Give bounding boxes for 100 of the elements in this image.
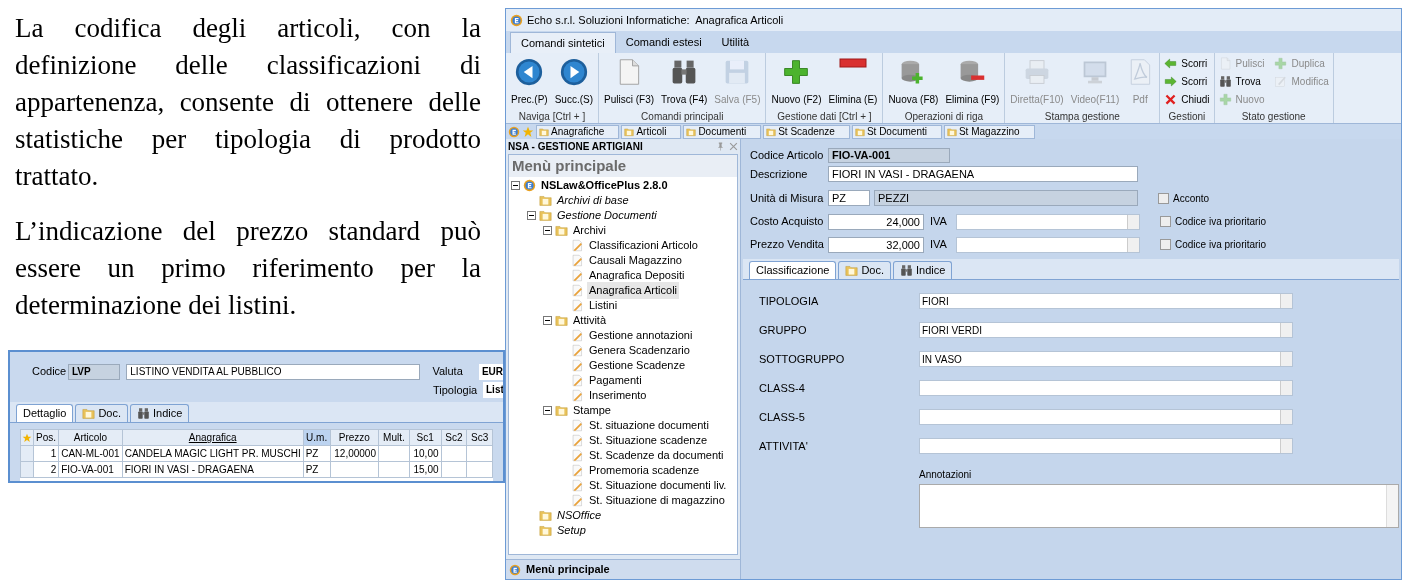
tab[interactable]: Dettaglio [16, 404, 74, 422]
ribbon-button[interactable]: Scorri [1162, 72, 1212, 90]
column-header[interactable]: Anagrafica [122, 429, 304, 446]
ribbon-tab[interactable]: Comandi sintetici [510, 32, 616, 53]
paragraph: La codifica degli articoli, con la definizione delle classificazioni di appartenenza, consente di ottenere delle statistiche per tipologia di prodotto trattato. [15, 12, 481, 193]
classification-dropdown[interactable] [919, 438, 1293, 454]
tree-item[interactable]: Causali Magazzino [587, 252, 684, 269]
quick-tab[interactable]: St Magazzino [943, 124, 1035, 139]
checkbox[interactable] [1160, 239, 1171, 250]
collapse-toggle[interactable] [511, 181, 520, 190]
code-field[interactable]: LVP [68, 363, 121, 380]
tab[interactable]: Doc. [838, 261, 891, 279]
column-header[interactable]: Sc2 [441, 429, 467, 446]
tree-item[interactable]: Setup [555, 522, 588, 539]
tree-item[interactable]: St. Situazione scadenze [587, 432, 710, 449]
tree-item[interactable]: Archivi [571, 222, 608, 239]
tree-item[interactable]: Gestione annotazioni [587, 327, 695, 344]
group-label: Gestioni [1167, 110, 1207, 123]
code-field[interactable]: FIO-VA-001 [828, 148, 950, 163]
tree-item[interactable]: Archivi di base [555, 192, 631, 209]
table-cell: CAN-ML-001 [58, 445, 123, 462]
vat-dropdown[interactable] [956, 213, 1140, 230]
column-header[interactable]: Articolo [58, 429, 123, 446]
document-pencil-icon [571, 464, 584, 477]
tree-item[interactable]: Stampe [571, 402, 613, 419]
classification-dropdown[interactable] [919, 380, 1293, 396]
quick-tab[interactable]: St Scadenze [763, 124, 850, 139]
tree-item[interactable]: Inserimento [587, 387, 649, 404]
ribbon-tab[interactable]: Comandi estesi [615, 32, 712, 53]
quick-tab[interactable]: Articoli [621, 124, 682, 139]
ribbon-button[interactable]: Pulisci (F3) [601, 54, 658, 108]
notes-field[interactable] [919, 484, 1399, 528]
tree-item[interactable]: Attività [571, 312, 608, 329]
checkbox[interactable] [1158, 192, 1169, 204]
left-arrow-circle-icon [515, 58, 544, 86]
vat-dropdown[interactable] [956, 236, 1140, 253]
tree-item[interactable]: NSOffice [555, 507, 603, 524]
tree-item[interactable]: Promemoria scadenze [587, 462, 702, 479]
description-field[interactable]: FIORI IN VASI - DRAGAENA [828, 166, 1138, 182]
tree-item[interactable]: Classificazioni Articolo [587, 237, 700, 254]
ribbon-button[interactable]: Elimina (F9) [942, 54, 1003, 108]
quick-tab[interactable]: Anagrafiche [536, 124, 620, 139]
unit-field[interactable]: PZ [828, 190, 870, 206]
classification-dropdown[interactable]: FIORI VERDI [919, 322, 1293, 338]
classification-dropdown[interactable]: FIORI [919, 293, 1293, 309]
tree-item[interactable]: Pagamenti [587, 372, 644, 389]
collapse-toggle[interactable] [543, 406, 552, 415]
ribbon-tab[interactable]: Utilità [711, 32, 760, 53]
column-header[interactable]: Sc1 [409, 429, 441, 446]
ribbon-button[interactable]: Trova (F4) [658, 54, 711, 108]
collapse-toggle[interactable] [543, 226, 552, 235]
column-header[interactable]: Prezzo [330, 429, 379, 446]
column-header[interactable]: Sc3 [466, 429, 493, 446]
price-field[interactable]: 32,000 [828, 236, 924, 253]
classification-dropdown[interactable] [919, 409, 1293, 425]
description-field[interactable]: LISTINO VENDITA AL PUBBLICO [126, 363, 421, 380]
column-header[interactable]: Pos. [33, 429, 59, 446]
ribbon-button[interactable]: Succ.(S) [551, 54, 596, 108]
tree-item[interactable]: Listini [587, 297, 620, 314]
tree-item[interactable]: St. Scadenze da documenti [587, 447, 726, 464]
folder-icon [555, 314, 568, 327]
tree-item[interactable]: St. situazione documenti [587, 417, 711, 434]
table-cell: 15,00 [409, 461, 441, 478]
plus-icon [1218, 92, 1232, 106]
tree-item[interactable]: Anagrafica Depositi [587, 267, 687, 284]
tree-item[interactable]: Genera Scadenzario [587, 342, 692, 359]
group-label: Naviga [Ctrl + ] [517, 110, 587, 123]
ribbon-button[interactable]: Scorri [1162, 54, 1212, 72]
currency-field[interactable]: EUR [478, 363, 503, 380]
tab[interactable]: Classificazione [749, 261, 837, 279]
classification-dropdown[interactable]: IN VASO [919, 351, 1293, 367]
column-header[interactable]: U.m. [303, 429, 331, 446]
tree-item[interactable]: St. Situazione documenti liv. [587, 477, 729, 494]
ribbon-button[interactable]: Chiudi [1162, 90, 1212, 108]
collapse-toggle[interactable] [527, 211, 536, 220]
column-header[interactable]: Mult. [378, 429, 410, 446]
tree-item[interactable]: NSLaw&OfficePlus 2.8.0 [539, 177, 670, 194]
ribbon-button[interactable]: Elimina (E) [825, 54, 881, 108]
ribbon-button[interactable]: Nuovo (F2) [768, 54, 825, 108]
group-label: Comandi principali [640, 110, 725, 123]
ribbon-button[interactable]: Nuova (F8) [885, 54, 942, 108]
tab[interactable]: Indice [130, 404, 190, 422]
price-field[interactable]: 24,000 [828, 213, 924, 230]
tab[interactable]: Indice [893, 261, 953, 279]
tree-item[interactable]: Gestione Documenti [555, 207, 659, 224]
quick-tab[interactable]: Documenti [683, 124, 762, 139]
checkbox[interactable] [1160, 216, 1171, 227]
ribbon-button[interactable]: Trova [1216, 72, 1267, 90]
group-label: Stampa gestione [1043, 110, 1121, 123]
tab[interactable]: Doc. [75, 404, 129, 422]
quick-tab[interactable]: St Documenti [851, 124, 942, 139]
circle-logo-icon [510, 13, 523, 27]
tree-item[interactable]: St. Situazione di magazzino [587, 492, 727, 509]
ribbon-button[interactable]: Prec.(P) [508, 54, 551, 108]
collapse-toggle[interactable] [543, 316, 552, 325]
tree-item[interactable]: Gestione Scadenze [587, 357, 687, 374]
type-field[interactable]: List [483, 382, 503, 398]
document-pencil-icon [571, 299, 584, 312]
field-label: Tipologia [433, 382, 477, 398]
tree-item[interactable]: Anagrafica Articoli [587, 282, 680, 299]
